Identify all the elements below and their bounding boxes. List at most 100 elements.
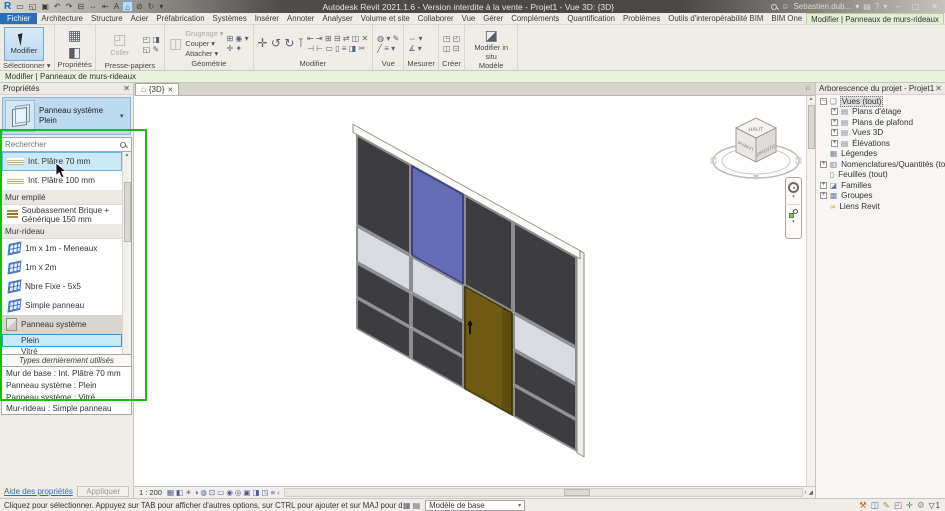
- view-scale[interactable]: 1 : 200: [134, 488, 167, 497]
- text-icon[interactable]: A: [112, 1, 121, 12]
- project-browser-close-icon[interactable]: ✕: [935, 84, 942, 93]
- tree-expand-icon[interactable]: +: [831, 129, 838, 136]
- tree-expand-icon[interactable]: +: [831, 140, 838, 147]
- temporary-properties-icon[interactable]: ▣: [243, 488, 250, 498]
- view-tab-3d[interactable]: ⌂ {3D} ✕: [135, 83, 179, 95]
- tree-item-familles[interactable]: +◪Familles: [816, 180, 945, 191]
- recent-type-row[interactable]: Panneau système : Plein: [1, 379, 132, 391]
- shadows-icon[interactable]: ◑: [194, 488, 199, 498]
- reveal-hidden-icon[interactable]: ◎: [235, 488, 242, 498]
- tab-volume-et-site[interactable]: Volume et site: [357, 13, 414, 24]
- tree-expand-icon[interactable]: −: [820, 98, 827, 105]
- temporary-hide-icon[interactable]: ◉: [226, 488, 233, 498]
- select-links-icon[interactable]: ◰: [894, 500, 902, 511]
- tree-expand-icon[interactable]: +: [820, 192, 827, 199]
- tab-fichier[interactable]: Fichier: [0, 13, 37, 24]
- view-icons-row1[interactable]: ◍ ▾ ✎: [377, 34, 399, 43]
- modify-button[interactable]: Modifier: [4, 27, 44, 61]
- render-icon[interactable]: ◍: [200, 488, 207, 498]
- design-options-dialog-icon[interactable]: ▤: [412, 501, 422, 510]
- measure-icons-row1[interactable]: ⇔ ▾: [408, 34, 422, 43]
- type-selector-dropdown-icon[interactable]: ▾: [120, 112, 130, 120]
- tree-item-vues-3d[interactable]: +▤Vues 3D: [816, 128, 945, 139]
- help-button[interactable]: ?: [875, 2, 879, 11]
- tab-quantification[interactable]: Quantification: [563, 13, 619, 24]
- new-icon[interactable]: ▭: [14, 1, 26, 12]
- select-pinned-icon[interactable]: ✛: [906, 500, 913, 511]
- zoom-icon[interactable]: [789, 209, 798, 218]
- active-workset-icon[interactable]: ⚒: [859, 500, 867, 511]
- recent-type-row[interactable]: Mur de base : Int. Plâtre 70 mm: [1, 367, 132, 379]
- tree-item--l-vations[interactable]: +▤Élévations: [816, 138, 945, 149]
- tree-item-l-gendes[interactable]: ▦Légendes: [816, 149, 945, 160]
- type-list-item[interactable]: Simple panneau: [2, 296, 122, 315]
- sun-path-icon[interactable]: ☀: [185, 488, 192, 498]
- tab-structure[interactable]: Structure: [87, 13, 127, 24]
- analytical-model-icon[interactable]: ◳: [262, 488, 269, 498]
- constraints-icon[interactable]: ≡: [271, 488, 275, 498]
- type-list-item[interactable]: Nbre Fixe - 5x5: [2, 277, 122, 296]
- revit-menu[interactable]: R: [2, 1, 13, 12]
- cut-geometry-icon[interactable]: ◫: [169, 35, 182, 51]
- join-button[interactable]: Attacher ▾: [185, 49, 223, 58]
- save-icon[interactable]: ▣: [39, 1, 51, 12]
- navigation-bar[interactable]: ▾ ▾: [785, 177, 802, 239]
- tree-expand-icon[interactable]: +: [831, 119, 838, 126]
- design-option-select[interactable]: Modèle de base▾: [425, 500, 525, 511]
- properties-close-icon[interactable]: ✕: [123, 84, 130, 93]
- tab-ins-rer[interactable]: Insérer: [251, 13, 283, 24]
- selection-filter[interactable]: ▽1: [929, 501, 940, 510]
- print-icon[interactable]: ⊟: [75, 1, 86, 12]
- tree-item-plans-de-plafond[interactable]: +▤Plans de plafond: [816, 117, 945, 128]
- model-canvas[interactable]: HAUT AVANT DROITE ▾ ▾ ▲: [134, 96, 815, 486]
- geometry-icons-row2[interactable]: ✛ ✦: [226, 44, 248, 53]
- cut-button[interactable]: Couper ▾: [185, 39, 223, 48]
- measure-icon[interactable]: ⇔: [87, 1, 99, 12]
- editable-only-icon[interactable]: ✎: [883, 500, 890, 511]
- crop-view-icon[interactable]: ⊡: [209, 488, 215, 498]
- tab-architecture[interactable]: Architecture: [37, 13, 87, 24]
- crop-region-icon[interactable]: ▭: [217, 488, 224, 498]
- cope-button[interactable]: Grugeage ▾: [185, 29, 223, 38]
- canvas-vertical-scrollbar[interactable]: ▲: [806, 96, 815, 486]
- tree-item-liens-revit[interactable]: ∞Liens Revit: [816, 201, 945, 212]
- steering-wheel-icon[interactable]: [788, 182, 799, 193]
- tree-item-vues-tout-[interactable]: −❏Vues (tout): [816, 96, 945, 107]
- type-list-item[interactable]: Plein: [2, 334, 122, 347]
- tab-annoter[interactable]: Annoter: [283, 13, 318, 24]
- tree-expand-icon[interactable]: +: [820, 161, 827, 168]
- apply-button[interactable]: Appliquer: [77, 486, 129, 497]
- type-list-item[interactable]: 1m x 2m: [2, 258, 122, 277]
- worksharing-display-icon[interactable]: ◨: [253, 488, 260, 498]
- create-icons-row1[interactable]: ◳ ◰: [443, 34, 460, 43]
- properties-palette-icon[interactable]: ◧: [68, 44, 81, 60]
- type-selector[interactable]: Panneau système Plein ▾: [2, 97, 131, 135]
- tab-bim-one[interactable]: BIM One: [767, 13, 806, 24]
- close-button[interactable]: ✕: [927, 2, 942, 11]
- help-dropdown-icon[interactable]: ▾: [883, 2, 887, 11]
- design-option-icon[interactable]: ◫: [871, 500, 879, 511]
- user-dropdown-icon[interactable]: ▾: [855, 2, 859, 11]
- properties-help-link[interactable]: Aide des propriétés: [4, 487, 73, 496]
- type-list-item[interactable]: 1m x 1m - Meneaux: [2, 239, 122, 258]
- section-icon[interactable]: ⊘: [134, 1, 145, 12]
- undo-icon[interactable]: ↶: [52, 1, 63, 12]
- background-processes-icon[interactable]: ⚙: [917, 500, 925, 511]
- tab-g-rer[interactable]: Gérer: [479, 13, 507, 24]
- recent-type-row[interactable]: Panneau système : Vitré: [1, 391, 132, 403]
- restore-button[interactable]: ▢: [908, 2, 924, 11]
- tree-item-plans-d-tage[interactable]: +▤Plans d'étage: [816, 107, 945, 118]
- tab-vue[interactable]: Vue: [458, 13, 480, 24]
- store-icon[interactable]: ▤: [863, 2, 871, 11]
- edit-in-place-button[interactable]: ◪ Modifier in situ: [469, 27, 513, 61]
- tab-compl-ments[interactable]: Compléments: [507, 13, 563, 24]
- open-icon[interactable]: ◱: [27, 1, 39, 12]
- geometry-icons-row1[interactable]: ⊞ ◉ ▾: [226, 34, 248, 43]
- type-list-item[interactable]: Vitré: [2, 347, 122, 355]
- canvas-horizontal-scrollbar[interactable]: [284, 488, 804, 497]
- qat-customize-icon[interactable]: ▾: [157, 1, 165, 12]
- tab-acier[interactable]: Acier: [127, 13, 153, 24]
- modify-icons-row1[interactable]: ⇤ ⇥ ⊞ ⊟ ⇄ ◫ ✕: [307, 34, 368, 43]
- modify-icons-row2[interactable]: ⊣ ⊢ ▭ ▯ ≡ ◨ ✂: [307, 44, 368, 53]
- type-properties-icon[interactable]: ▦: [68, 27, 81, 43]
